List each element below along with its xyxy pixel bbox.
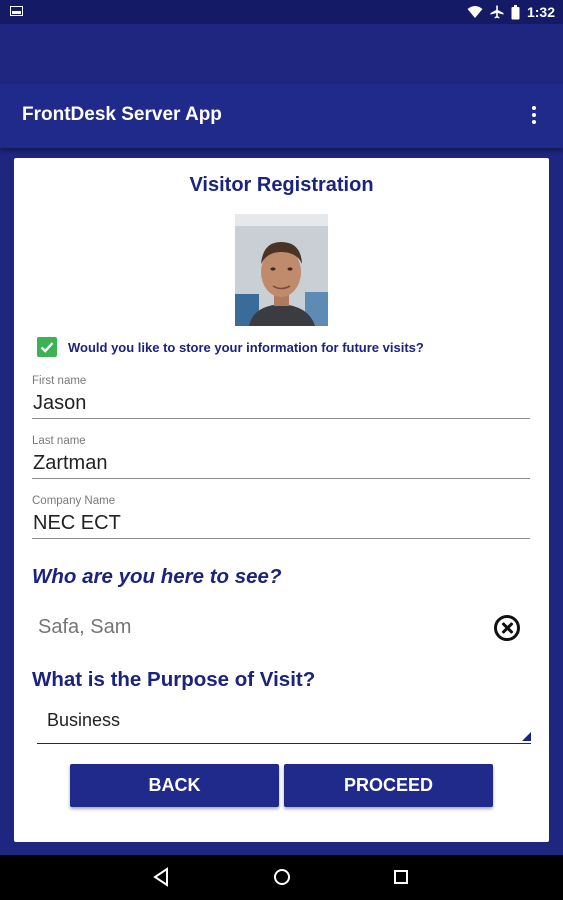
- clear-host-icon[interactable]: [494, 615, 520, 641]
- notification-icon: [10, 6, 23, 16]
- company-name-label: Company Name: [32, 495, 116, 507]
- store-info-consent: Would you like to store your information…: [37, 336, 424, 358]
- visitor-photo: [235, 214, 328, 326]
- store-info-label: Would you like to store your information…: [68, 339, 424, 355]
- wifi-icon: [467, 6, 483, 18]
- last-name-field[interactable]: Last name Zartman: [32, 434, 530, 479]
- purpose-question: What is the Purpose of Visit?: [32, 668, 316, 691]
- registration-card: Visitor Registration Would you like to s…: [14, 158, 549, 842]
- host-input[interactable]: Safa, Sam: [38, 616, 131, 639]
- navigation-bar: [0, 855, 563, 900]
- company-name-field[interactable]: Company Name NEC ECT: [32, 494, 530, 539]
- last-name-label: Last name: [32, 435, 86, 447]
- first-name-field[interactable]: First name Jason: [32, 374, 530, 419]
- status-icons: 1:32: [467, 3, 555, 21]
- home-icon[interactable]: [270, 865, 294, 889]
- app-header-band: [0, 24, 563, 84]
- store-info-checkbox[interactable]: [37, 337, 57, 357]
- proceed-button[interactable]: PROCEED: [284, 764, 493, 807]
- last-name-input[interactable]: Zartman: [32, 448, 530, 479]
- overflow-menu-icon[interactable]: [527, 104, 541, 130]
- first-name-label: First name: [32, 375, 87, 387]
- page-title: Visitor Registration: [189, 174, 374, 196]
- purpose-selected-value: Business: [47, 710, 121, 730]
- first-name-input[interactable]: Jason: [32, 388, 530, 419]
- app-title: FrontDesk Server App: [22, 104, 222, 125]
- clock: 1:32: [526, 4, 555, 20]
- checkmark-icon: [40, 342, 54, 353]
- dropdown-arrow-icon: [522, 732, 531, 741]
- status-bar: 1:32: [0, 0, 563, 24]
- battery-icon: [511, 4, 520, 19]
- purpose-dropdown[interactable]: Business: [37, 700, 531, 744]
- recents-icon[interactable]: [389, 865, 413, 889]
- host-question: Who are you here to see?: [32, 565, 282, 588]
- airplane-icon: [490, 5, 504, 19]
- company-name-input[interactable]: NEC ECT: [32, 508, 530, 539]
- toolbar: FrontDesk Server App: [0, 84, 563, 148]
- back-button[interactable]: BACK: [70, 764, 279, 807]
- visitor-photo-image: [235, 214, 328, 326]
- back-icon[interactable]: [150, 865, 174, 889]
